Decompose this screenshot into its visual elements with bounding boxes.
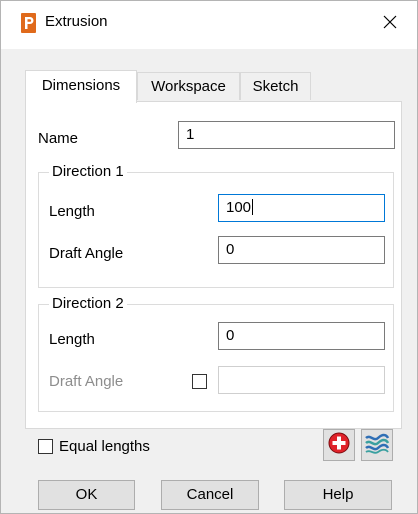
dimensions-panel: Name 1 Direction 1 Length 100 Draft Angl… — [25, 101, 402, 429]
text-caret — [252, 199, 254, 215]
tab-dimensions[interactable]: Dimensions — [25, 70, 137, 103]
add-button[interactable] — [323, 429, 355, 461]
direction-1-length-input[interactable]: 100 — [218, 194, 385, 222]
surface-button[interactable] — [361, 429, 393, 461]
equal-lengths-checkbox[interactable] — [38, 439, 53, 454]
direction-1-draft-angle-input[interactable]: 0 — [218, 236, 385, 264]
wave-surface-icon — [364, 431, 390, 459]
name-label: Name — [38, 130, 79, 147]
p-logo-icon — [21, 13, 36, 33]
direction-2-length-input[interactable]: 0 — [218, 322, 385, 350]
name-input[interactable]: 1 — [178, 121, 395, 149]
direction-1-length-label: Length — [49, 203, 95, 220]
window-title: Extrusion — [45, 13, 108, 30]
direction-1-group: Direction 1 Length 100 Draft Angle 0 — [38, 163, 394, 288]
equal-lengths-label[interactable]: Equal lengths — [59, 438, 150, 455]
direction-1-draft-angle-label: Draft Angle — [49, 245, 124, 262]
cancel-button[interactable]: Cancel — [161, 480, 259, 510]
help-button[interactable]: Help — [284, 480, 392, 510]
direction-2-length-label: Length — [49, 331, 95, 348]
close-icon — [383, 15, 397, 33]
direction-1-legend: Direction 1 — [49, 163, 127, 180]
direction-2-group: Direction 2 Length 0 Draft Angle — [38, 295, 394, 412]
direction-2-draft-angle-input — [218, 366, 385, 394]
extrusion-dialog: Extrusion Dimensions Workspace Sketch Na… — [0, 0, 418, 514]
close-button[interactable] — [375, 11, 405, 37]
title-bar: Extrusion — [1, 1, 417, 49]
tab-workspace[interactable]: Workspace — [137, 72, 240, 100]
tab-sketch[interactable]: Sketch — [240, 72, 311, 100]
add-red-cross-icon — [328, 432, 350, 458]
direction-1-length-value: 100 — [226, 199, 252, 216]
direction-2-draft-angle-label: Draft Angle — [49, 373, 124, 390]
ok-button[interactable]: OK — [38, 480, 135, 510]
direction-2-draft-angle-checkbox[interactable] — [192, 374, 207, 389]
direction-2-legend: Direction 2 — [49, 295, 127, 312]
